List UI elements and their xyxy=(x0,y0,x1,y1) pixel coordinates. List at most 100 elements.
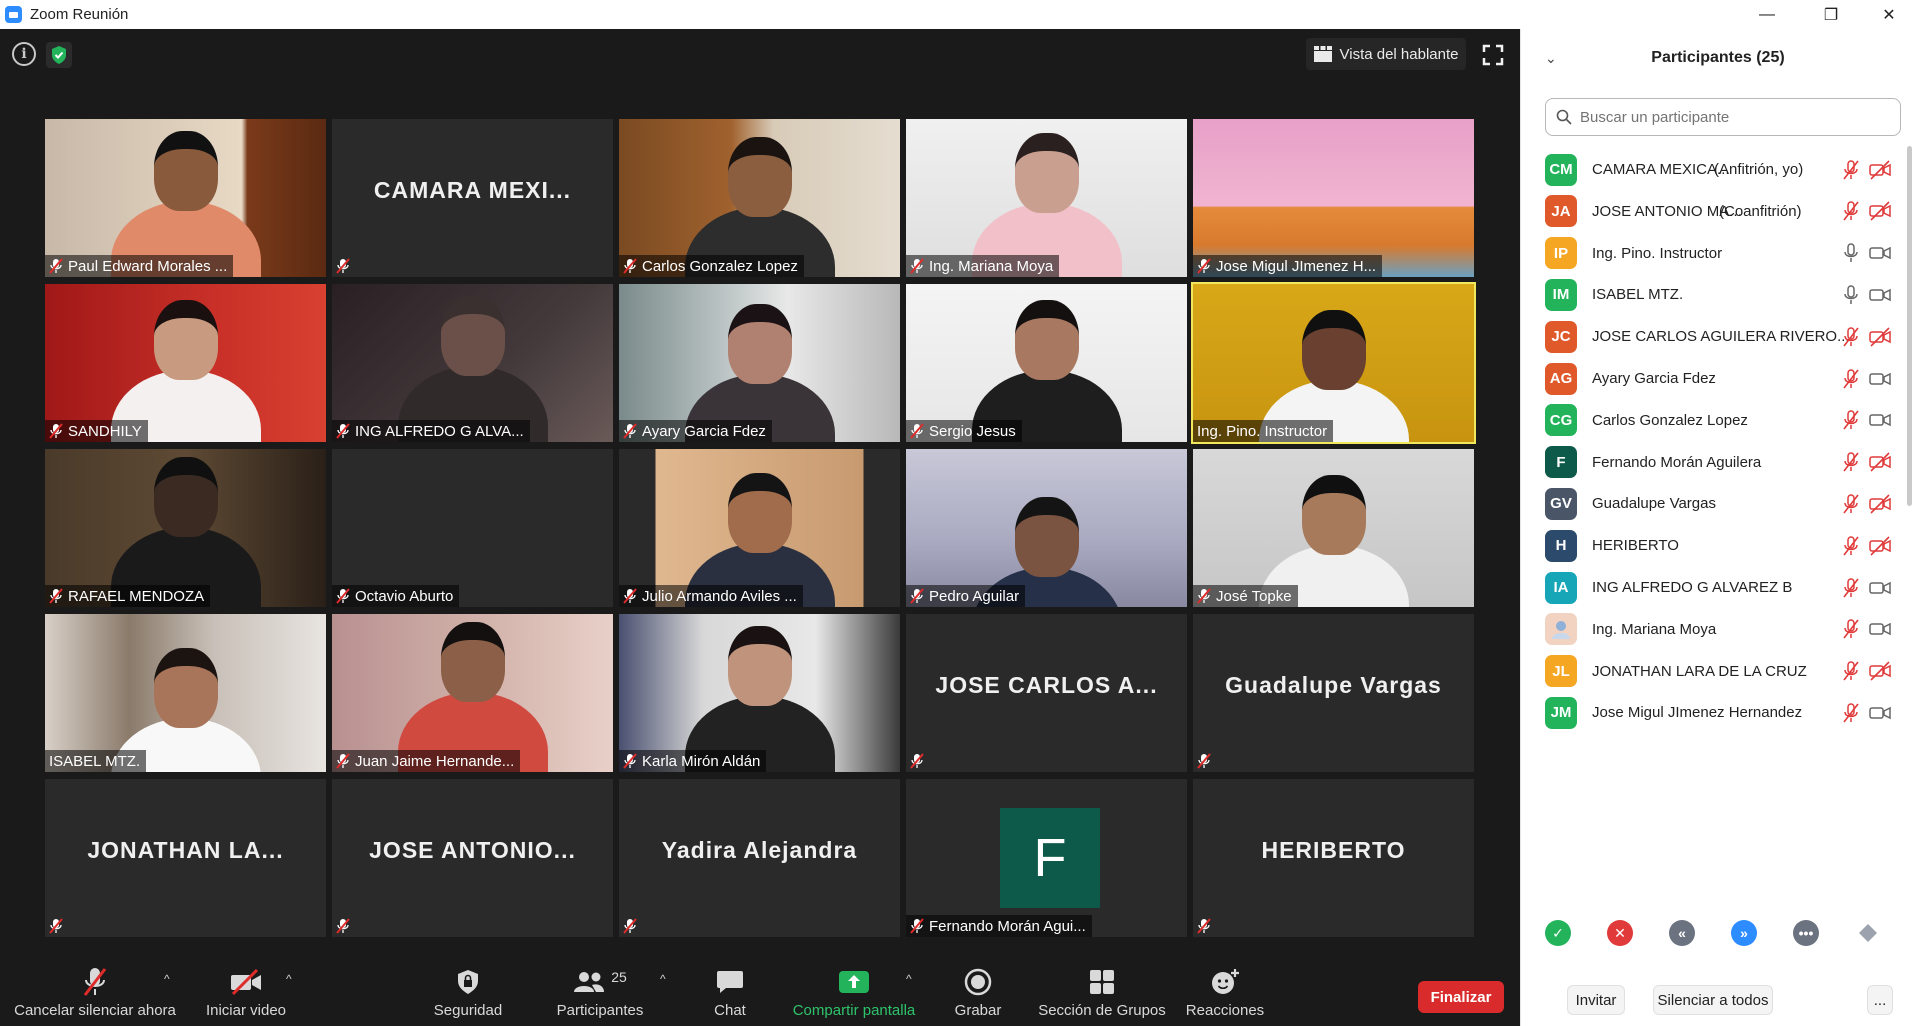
reaction-yes-icon[interactable]: ✓ xyxy=(1545,920,1571,946)
participant-list-scrollbar[interactable] xyxy=(1907,146,1912,506)
video-tile[interactable]: Ing. Mariana Moya xyxy=(906,119,1187,277)
reaction-speed-up-icon[interactable]: » xyxy=(1731,920,1757,946)
video-tile[interactable]: SANDHILY xyxy=(45,284,326,442)
start-video-button[interactable]: Iniciar video xyxy=(196,964,296,1024)
muted-mic-icon xyxy=(910,588,924,604)
camera-icon[interactable] xyxy=(1869,285,1891,305)
video-tile[interactable]: ISABEL MTZ. xyxy=(45,614,326,772)
muted-mic-icon[interactable] xyxy=(1843,535,1859,556)
share-screen-button[interactable]: Compartir pantalla xyxy=(784,964,924,1024)
muted-mic-icon[interactable] xyxy=(1843,661,1859,681)
participant-avatar: IP xyxy=(1545,237,1577,270)
muted-mic-icon[interactable] xyxy=(1843,494,1859,514)
camera-icon[interactable] xyxy=(1869,410,1891,430)
video-tile[interactable]: CAMARA MEXI... xyxy=(332,119,613,277)
speaker-view-button[interactable]: Vista del hablante xyxy=(1306,38,1466,70)
video-tile[interactable]: Paul Edward Morales ... xyxy=(45,119,326,277)
end-meeting-button[interactable]: Finalizar xyxy=(1418,981,1504,1013)
reaction-no-icon[interactable]: ✕ xyxy=(1607,920,1633,946)
participant-list-name: Jose Migul JImenez Hernandez xyxy=(1592,704,1803,722)
camera-off-icon[interactable] xyxy=(1869,327,1891,347)
video-tile[interactable]: Karla Mirón Aldán xyxy=(619,614,900,772)
camera-off-icon[interactable] xyxy=(1869,159,1891,180)
video-tile-label xyxy=(906,750,935,772)
camera-icon[interactable] xyxy=(1869,369,1891,389)
participants-icon xyxy=(574,972,605,992)
mic-icon[interactable] xyxy=(1843,243,1859,263)
camera-off-icon[interactable] xyxy=(1869,536,1891,556)
video-tile[interactable]: ING ALFREDO G ALVA... xyxy=(332,284,613,442)
video-tile[interactable]: JOSE CARLOS A... xyxy=(906,614,1187,772)
video-tile[interactable]: Jose Migul JImenez H... xyxy=(1193,119,1474,277)
participants-button[interactable]: 25 Participantes xyxy=(548,964,652,1024)
video-tile[interactable]: Carlos Gonzalez Lopez xyxy=(619,119,900,277)
share-options-caret[interactable]: ^ xyxy=(906,972,912,986)
record-button[interactable]: Grabar xyxy=(948,964,1008,1024)
video-tile[interactable]: Yadira Alejandra xyxy=(619,779,900,937)
muted-mic-icon[interactable] xyxy=(1843,410,1859,430)
video-tile[interactable]: Ayary Garcia Fdez xyxy=(619,284,900,442)
video-tile[interactable]: Octavio Aburto xyxy=(332,449,613,607)
participant-name: Jose Migul JImenez H... xyxy=(1216,257,1377,275)
camera-icon[interactable] xyxy=(1869,703,1891,723)
muted-mic-icon[interactable] xyxy=(1843,201,1859,221)
video-tile[interactable]: RAFAEL MENDOZA xyxy=(45,449,326,607)
video-tile[interactable]: Ing. Pino. Instructor xyxy=(1191,282,1476,444)
encryption-shield-icon[interactable] xyxy=(46,42,72,68)
more-options-button[interactable]: ... xyxy=(1867,985,1893,1015)
video-tile[interactable]: Julio Armando Aviles ... xyxy=(619,449,900,607)
video-tile[interactable]: Sergio Jesus xyxy=(906,284,1187,442)
video-options-caret[interactable]: ^ xyxy=(286,972,292,986)
muted-mic-icon[interactable] xyxy=(1843,452,1859,472)
participant-name: Sergio Jesus xyxy=(929,422,1016,440)
video-tile[interactable]: JOSE ANTONIO... xyxy=(332,779,613,937)
participant-avatar: AG xyxy=(1545,362,1577,395)
mic-icon[interactable] xyxy=(1843,285,1859,305)
participants-panel-title: Participantes (25) xyxy=(1651,49,1785,66)
reaction-clear-icon[interactable] xyxy=(1855,920,1881,946)
chat-icon xyxy=(717,971,743,993)
muted-mic-icon[interactable] xyxy=(1843,577,1859,598)
chat-button[interactable]: Chat xyxy=(700,964,760,1024)
close-button[interactable]: ✕ xyxy=(1866,0,1912,29)
muted-mic-icon[interactable] xyxy=(1843,326,1859,347)
video-tile[interactable]: JONATHAN LA... xyxy=(45,779,326,937)
video-tile[interactable]: Guadalupe Vargas xyxy=(1193,614,1474,772)
invite-button[interactable]: Invitar xyxy=(1567,985,1625,1015)
fullscreen-icon[interactable] xyxy=(1480,42,1506,68)
reaction-slow-down-icon[interactable]: « xyxy=(1669,920,1695,946)
restore-button[interactable]: ❐ xyxy=(1808,0,1854,29)
reactions-button[interactable]: Reacciones xyxy=(1180,964,1270,1024)
video-tile[interactable]: Juan Jaime Hernande... xyxy=(332,614,613,772)
video-tile[interactable]: Pedro Aguilar xyxy=(906,449,1187,607)
video-tile[interactable]: F Fernando Morán Agui... xyxy=(906,779,1187,937)
minimize-button[interactable]: — xyxy=(1744,0,1790,29)
record-icon xyxy=(964,968,992,996)
audio-options-caret[interactable]: ^ xyxy=(164,972,170,986)
muted-mic-icon[interactable] xyxy=(1843,368,1859,389)
participant-row[interactable]: JM Jose Migul JImenez Hernandez xyxy=(1521,687,1914,738)
camera-icon[interactable] xyxy=(1869,243,1891,263)
muted-mic-icon[interactable] xyxy=(1843,619,1859,639)
mute-all-button[interactable]: Silenciar a todos xyxy=(1653,985,1773,1015)
muted-mic-icon[interactable] xyxy=(1843,159,1859,180)
meeting-info-icon[interactable]: i xyxy=(12,42,36,66)
participant-search-input[interactable] xyxy=(1580,108,1880,126)
video-tile[interactable]: José Topke xyxy=(1193,449,1474,607)
security-button[interactable]: Seguridad xyxy=(422,964,514,1024)
unmute-button[interactable]: Cancelar silenciar ahora xyxy=(10,964,180,1024)
camera-icon[interactable] xyxy=(1869,578,1891,598)
participants-options-caret[interactable]: ^ xyxy=(660,972,666,986)
video-tile-label: Ayary Garcia Fdez xyxy=(619,420,772,442)
camera-off-icon[interactable] xyxy=(1869,201,1891,221)
participant-search-box[interactable] xyxy=(1545,98,1901,136)
muted-mic-icon[interactable] xyxy=(1843,703,1859,723)
video-tile[interactable]: HERIBERTO xyxy=(1193,779,1474,937)
camera-icon[interactable] xyxy=(1869,619,1891,639)
participant-avatar xyxy=(1545,613,1577,646)
camera-off-icon[interactable] xyxy=(1869,452,1891,472)
camera-off-icon[interactable] xyxy=(1869,494,1891,514)
camera-off-icon[interactable] xyxy=(1869,661,1891,681)
reaction-more-icon[interactable]: ••• xyxy=(1793,920,1819,946)
breakout-rooms-button[interactable]: Sección de Grupos xyxy=(1036,964,1168,1024)
